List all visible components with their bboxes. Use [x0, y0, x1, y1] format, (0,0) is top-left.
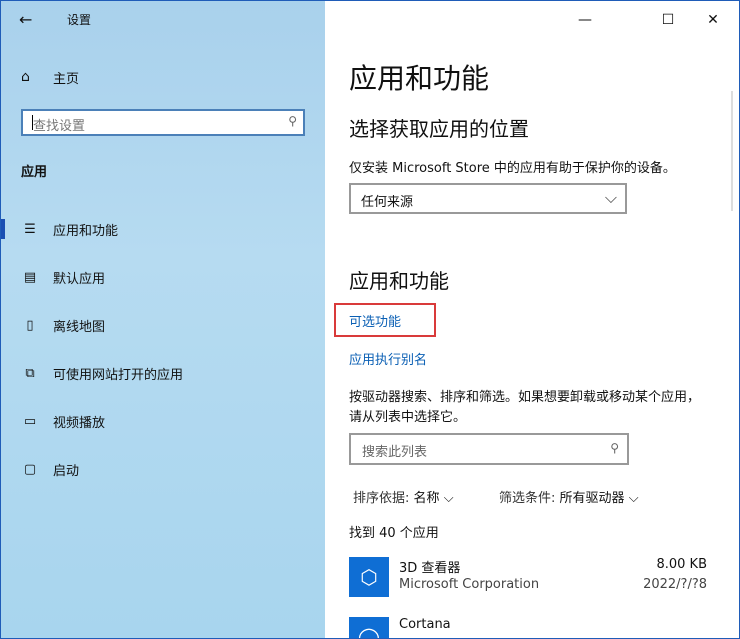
inactive-indicator: [1, 267, 5, 287]
home-icon: ⌂: [21, 69, 30, 85]
apps-features-icon: ☰: [24, 221, 36, 237]
sidebar-item-home[interactable]: ⌂ 主页: [21, 67, 79, 87]
app-list-search-input[interactable]: 搜索此列表 ⚲: [349, 433, 629, 465]
sidebar-item-label: 离线地图: [53, 319, 106, 335]
sidebar-item-video-playback[interactable]: ▭ 视频播放: [1, 403, 325, 439]
search-icon[interactable]: ⚲: [610, 441, 619, 455]
settings-search-input[interactable]: 查找设置 ⚲: [21, 109, 305, 136]
scrollbar[interactable]: [731, 91, 733, 211]
dropdown-value: 任何来源: [361, 195, 414, 210]
chevron-down-icon: ⌵: [604, 188, 617, 207]
sort-value: 名称: [413, 491, 440, 506]
inactive-indicator: [1, 363, 5, 383]
filter-description: 按驱动器搜索、排序和筛选。如果想要卸载或移动某个应用，请从列表中选择它。: [349, 390, 701, 425]
offline-maps-icon: ▯: [26, 317, 34, 333]
sort-label: 排序依据:: [353, 491, 410, 506]
home-label: 主页: [53, 71, 80, 87]
back-arrow-icon[interactable]: ←: [19, 10, 41, 30]
default-apps-icon: ▤: [23, 269, 37, 285]
inactive-indicator: [1, 411, 5, 431]
video-playback-icon: ▭: [23, 413, 37, 429]
optional-features-link[interactable]: 可选功能: [349, 311, 401, 330]
filter-label: 筛选条件:: [499, 491, 556, 506]
app-size: 8.00 KB: [656, 557, 707, 572]
sidebar-item-startup[interactable]: ▢ 启动: [1, 451, 325, 487]
maximize-button[interactable]: ☐: [648, 7, 688, 33]
inactive-indicator: [1, 459, 5, 479]
sidebar-item-apps-for-websites[interactable]: ⧉ 可使用网站打开的应用: [1, 355, 325, 391]
window-title: 设置: [67, 13, 92, 27]
active-indicator: [1, 219, 5, 239]
cortana-icon: ◯: [349, 617, 389, 638]
sidebar-item-apps-features[interactable]: ☰ 应用和功能: [1, 211, 325, 247]
sidebar-section-title: 应用: [21, 165, 48, 180]
sidebar-item-label: 默认应用: [53, 271, 106, 287]
chevron-down-icon: ⌵: [443, 491, 454, 506]
app-name: 3D 查看器: [399, 561, 461, 576]
inactive-indicator: [1, 315, 5, 335]
sidebar: ← 设置 ⌂ 主页 查找设置 ⚲ 应用 ☰ 应用和功能 ▤ 默认应用 ▯ 离线地…: [1, 1, 325, 638]
apps-for-websites-icon: ⧉: [25, 365, 35, 381]
filter-dropdown[interactable]: 筛选条件: 所有驱动器 ⌵: [499, 487, 639, 506]
sidebar-item-label: 应用和功能: [53, 223, 119, 239]
page-title: 应用和功能: [349, 62, 490, 95]
settings-search-placeholder: 查找设置: [33, 119, 86, 134]
main-panel: — ☐ ✕ 应用和功能 选择获取应用的位置 仅安装 Microsoft Stor…: [325, 1, 739, 638]
app-name: Cortana: [399, 617, 451, 632]
close-button[interactable]: ✕: [693, 7, 733, 33]
minimize-button[interactable]: —: [565, 7, 605, 33]
app-list-search-placeholder: 搜索此列表: [362, 445, 428, 460]
app-publisher: Microsoft Corporation: [399, 577, 540, 592]
list-item[interactable]: ⬡ 3D 查看器 Microsoft Corporation 8.00 KB 2…: [349, 557, 709, 607]
filter-value: 所有驱动器: [559, 491, 625, 506]
sidebar-item-label: 可使用网站打开的应用: [53, 367, 184, 383]
startup-icon: ▢: [23, 461, 37, 477]
result-count: 找到 40 个应用: [349, 526, 439, 541]
app-date: 2022/?/?8: [643, 577, 707, 592]
list-item[interactable]: ◯ Cortana: [349, 617, 709, 638]
sidebar-item-label: 视频播放: [53, 415, 106, 431]
chevron-down-icon: ⌵: [628, 491, 639, 506]
choose-location-heading: 选择获取应用的位置: [349, 117, 529, 141]
sidebar-item-default-apps[interactable]: ▤ 默认应用: [1, 259, 325, 295]
sidebar-item-offline-maps[interactable]: ▯ 离线地图: [1, 307, 325, 343]
app-source-dropdown[interactable]: 任何来源 ⌵: [349, 183, 627, 214]
app-execution-alias-link[interactable]: 应用执行别名: [349, 349, 427, 368]
sidebar-item-label: 启动: [53, 463, 80, 479]
search-icon[interactable]: ⚲: [288, 114, 297, 128]
sort-dropdown[interactable]: 排序依据: 名称 ⌵: [353, 487, 454, 506]
apps-features-heading: 应用和功能: [349, 269, 449, 293]
store-description: 仅安装 Microsoft Store 中的应用有助于保护你的设备。: [349, 161, 676, 176]
settings-window: ← 设置 ⌂ 主页 查找设置 ⚲ 应用 ☰ 应用和功能 ▤ 默认应用 ▯ 离线地…: [0, 0, 740, 639]
3d-viewer-icon: ⬡: [349, 557, 389, 597]
